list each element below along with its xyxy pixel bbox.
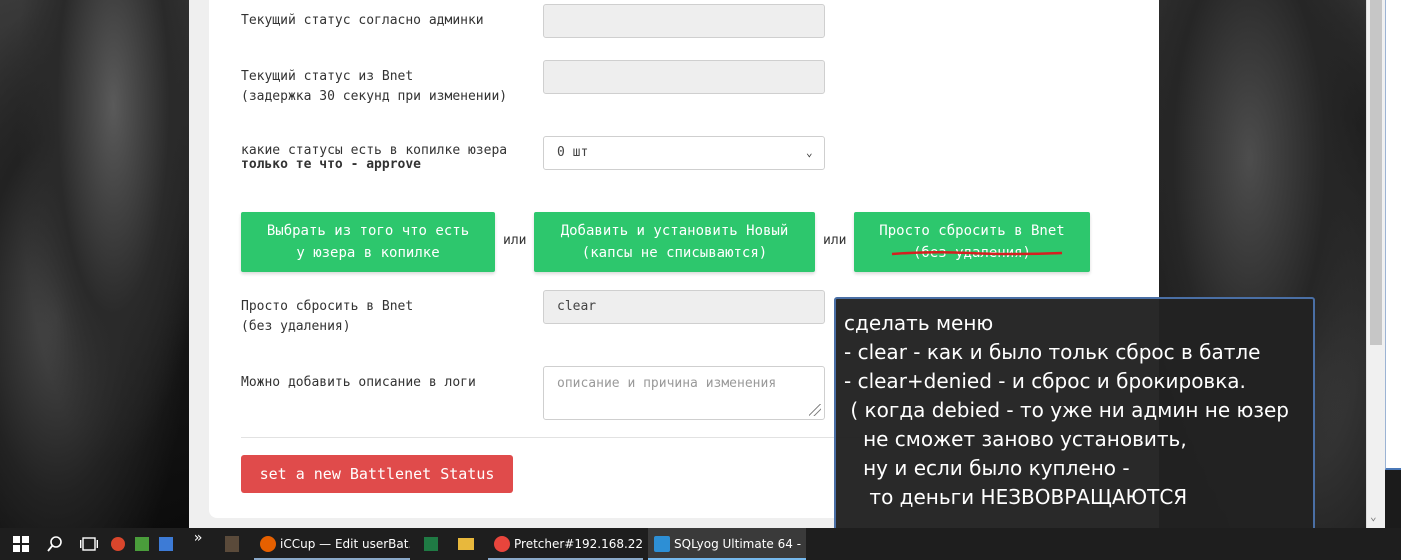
note-line: ( когда debied - то уже ни админ не юзер [844,398,1289,422]
task-view-icon[interactable] [72,528,106,560]
user-statuses-label-line2: только те что - approve [241,157,422,172]
reset-button-line1: Просто сбросить в Bnet [879,223,1065,239]
reset-bnet-button[interactable]: Просто сбросить в Bnet (без удаления) [854,212,1090,272]
note-line: - clear+denied - и сброс и брокировка. [844,369,1246,393]
status-admin-label: Текущий статус согласно админки [241,13,484,28]
scrollbar-thumb[interactable] [1370,0,1382,345]
reset-field-label-line1: Просто сбросить в Bnet [241,299,414,314]
status-bnet-label: Текущий статус из Bnet (задержка 30 секу… [241,67,507,107]
pinned-app-icon-3[interactable] [154,528,178,560]
note-line: то деньги НЕЗВОВРАЩАЮТСЯ [844,485,1188,509]
user-statuses-label-line1: какие статусы есть в копилке юзера [241,143,508,158]
resize-grip-icon[interactable] [809,404,821,416]
sqlyog-icon [654,536,670,552]
overflow-chevron-icon[interactable]: » [186,528,210,560]
choose-from-user-button[interactable]: Выбрать из того что есть у юзера в копил… [241,212,495,272]
reset-field-label: Просто сбросить в Bnet (без удаления) [241,297,413,337]
game-app-icon[interactable] [218,528,246,560]
taskbar-app-label: SQLyog Ultimate 64 - ... [674,537,806,551]
add-button-line1: Добавить и установить Новый [560,223,789,239]
note-line: сделать меню [844,311,994,335]
taskbar-app-label: Pretcher#192.168.22.8... [514,537,643,551]
add-new-button[interactable]: Добавить и установить Новый (капсы не сп… [534,212,815,272]
firefox-icon [260,536,276,552]
taskbar-app-remote[interactable]: Pretcher#192.168.22.8... [488,528,643,560]
user-statuses-select[interactable]: 0 шт ⌄ [543,136,825,170]
reset-field-label-line2: (без удаления) [241,319,351,334]
status-bnet-label-line1: Текущий статус из Bnet [241,69,414,84]
note-line: ну и если было куплено - [844,456,1130,480]
description-label: Можно добавить описание в логи [241,375,476,390]
choose-button-line1: Выбрать из того что есть [266,223,470,239]
reset-value-field: clear [543,290,825,324]
pinned-app-icon-1[interactable] [106,528,130,560]
scroll-down-icon[interactable]: ⌄ [1370,510,1377,523]
status-admin-field [543,4,825,38]
taskbar-app-firefox[interactable]: iCCup — Edit userBat... [254,528,410,560]
note-line: - clear - как и было тольк сброс в батле [844,340,1261,364]
folder-icon[interactable] [449,528,483,560]
taskbar-app-label: iCCup — Edit userBat... [280,537,410,551]
add-button-line2: (капсы не списываются) [581,245,768,261]
annotation-note: сделать меню - clear - как и было тольк с… [834,297,1315,547]
chevron-down-icon: ⌄ [806,146,813,159]
description-placeholder: описание и причина изменения [557,376,777,391]
taskbar-app-sqlyog[interactable]: SQLyog Ultimate 64 - ... [648,528,806,560]
note-line: не сможет заново установить, [844,427,1187,451]
remote-desktop-icon [494,536,510,552]
status-bnet-label-line2: (задержка 30 секунд при изменении) [241,89,508,104]
user-statuses-label: какие статусы есть в копилке юзера тольк… [241,144,507,172]
strikethrough-scribble [891,250,1063,256]
search-icon[interactable] [38,528,72,560]
set-status-button[interactable]: set a new Battlenet Status [241,455,513,493]
status-bnet-field [543,60,825,94]
or-separator-2: или [823,233,847,248]
background-left [0,0,189,528]
excel-icon[interactable] [414,528,448,560]
taskbar: » iCCup — Edit userBat... Pretcher#192.1… [0,528,1401,560]
user-statuses-selected: 0 шт [557,145,589,160]
or-separator-1: или [503,233,527,248]
choose-button-line2: у юзера в копилке [296,245,440,261]
windows-start-icon[interactable] [4,528,38,560]
background-window-edge [1385,0,1401,470]
pinned-app-icon-2[interactable] [130,528,154,560]
description-textarea[interactable]: описание и причина изменения [543,366,825,420]
page-scrollbar[interactable]: ⌄ [1366,0,1385,528]
